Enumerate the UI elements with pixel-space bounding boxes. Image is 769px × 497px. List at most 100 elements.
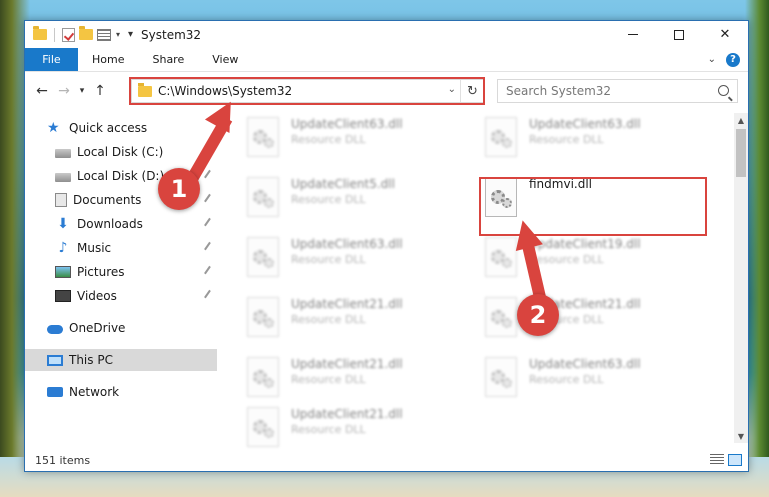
maximize-icon bbox=[674, 29, 684, 40]
nav-item-label: OneDrive bbox=[69, 321, 126, 335]
file-type: Resource DLL bbox=[291, 373, 366, 386]
file-name: UpdateClient63.dll bbox=[529, 117, 641, 131]
gear-icon bbox=[264, 428, 274, 438]
nav-item-label: Pictures bbox=[77, 265, 125, 279]
pin-icon[interactable] bbox=[204, 193, 215, 206]
nav-item-network[interactable]: Network bbox=[25, 381, 217, 403]
file-item[interactable]: UpdateClient63.dll Resource DLL bbox=[237, 233, 457, 287]
file-item[interactable]: UpdateClient19.dll Resource DLL bbox=[475, 233, 695, 287]
tab-view[interactable]: View bbox=[198, 48, 252, 71]
file-type: Resource DLL bbox=[291, 423, 366, 436]
scroll-down-arrow-icon[interactable]: ▼ bbox=[734, 429, 748, 443]
dll-file-icon bbox=[247, 407, 279, 447]
gear-icon bbox=[264, 138, 274, 148]
back-button[interactable]: ← bbox=[31, 79, 53, 103]
nav-item-videos[interactable]: Videos bbox=[25, 285, 217, 307]
vertical-scrollbar[interactable]: ▲ ▼ bbox=[734, 113, 748, 443]
expand-ribbon-icon[interactable]: ⌄ bbox=[708, 54, 716, 65]
pictures-icon bbox=[55, 266, 71, 278]
new-folder-icon[interactable] bbox=[79, 26, 93, 40]
nav-item-local-disk-c[interactable]: Local Disk (C:) bbox=[25, 141, 217, 163]
item-count: 151 items bbox=[35, 453, 91, 467]
window-title: System32 bbox=[141, 27, 202, 42]
close-icon: ✕ bbox=[719, 27, 731, 42]
pin-icon[interactable] bbox=[204, 217, 215, 230]
file-type: Resource DLL bbox=[291, 193, 366, 206]
dll-file-icon bbox=[247, 177, 279, 217]
pin-icon[interactable] bbox=[204, 169, 215, 182]
file-item[interactable]: UpdateClient5.dll Resource DLL bbox=[237, 173, 457, 227]
caret-down-icon[interactable]: ▾ bbox=[116, 30, 120, 39]
up-button[interactable]: ↑ bbox=[89, 79, 111, 103]
refresh-button[interactable]: ↻ bbox=[460, 80, 484, 102]
file-type: Resource DLL bbox=[529, 133, 604, 146]
search-input[interactable]: Search System32 bbox=[497, 79, 738, 103]
nav-item-quick-access[interactable]: ★ Quick access bbox=[25, 117, 217, 139]
file-explorer-window: ▾ ▾ System32 ✕ File Home Share View ⌄ ? … bbox=[24, 20, 749, 472]
nav-item-pictures[interactable]: Pictures bbox=[25, 261, 217, 283]
disk-icon bbox=[55, 173, 71, 182]
scroll-thumb[interactable] bbox=[736, 129, 746, 177]
file-item[interactable]: UpdateClient63.dll Resource DLL bbox=[237, 113, 457, 167]
dll-file-icon bbox=[485, 177, 517, 217]
gear-icon bbox=[264, 318, 274, 328]
nav-item-label: Network bbox=[69, 385, 120, 399]
search-icon[interactable] bbox=[718, 85, 729, 96]
file-item[interactable]: UpdateClient63.dll Resource DLL bbox=[475, 113, 695, 167]
nav-item-onedrive[interactable]: OneDrive bbox=[25, 317, 217, 339]
disk-icon bbox=[55, 149, 71, 158]
music-icon: ♪ bbox=[58, 240, 68, 256]
help-icon[interactable]: ? bbox=[726, 52, 740, 67]
customize-toolbar-icon[interactable]: ▾ bbox=[128, 29, 133, 40]
tab-home[interactable]: Home bbox=[78, 48, 138, 71]
dll-file-icon bbox=[247, 357, 279, 397]
gear-icon bbox=[502, 138, 512, 148]
properties-check-icon[interactable] bbox=[62, 27, 75, 42]
nav-item-music[interactable]: ♪ Music bbox=[25, 237, 217, 259]
search-placeholder: Search System32 bbox=[506, 84, 612, 98]
file-name: UpdateClient63.dll bbox=[291, 237, 403, 251]
nav-item-label: Downloads bbox=[77, 217, 143, 231]
gear-icon bbox=[264, 198, 274, 208]
file-grid: UpdateClient63.dll Resource DLL UpdateCli… bbox=[237, 113, 732, 447]
properties-icon[interactable] bbox=[97, 28, 111, 41]
star-icon: ★ bbox=[47, 120, 60, 136]
close-button[interactable]: ✕ bbox=[702, 21, 748, 48]
step-2-badge: 2 bbox=[517, 294, 559, 336]
scroll-up-arrow-icon[interactable]: ▲ bbox=[734, 113, 748, 127]
window-controls: ✕ bbox=[610, 21, 748, 48]
computer-icon bbox=[47, 354, 63, 366]
nav-item-downloads[interactable]: ⬇ Downloads bbox=[25, 213, 217, 235]
address-path[interactable]: C:\Windows\System32 bbox=[158, 84, 292, 98]
pin-icon[interactable] bbox=[204, 241, 215, 254]
dll-file-icon bbox=[485, 297, 517, 337]
file-item-findmvi[interactable]: findmvi.dll bbox=[475, 173, 695, 227]
address-bar[interactable]: C:\Windows\System32 ⌄ ↻ bbox=[131, 79, 485, 103]
network-icon bbox=[47, 387, 63, 397]
gear-icon bbox=[502, 318, 512, 328]
address-dropdown-icon[interactable]: ⌄ bbox=[448, 84, 456, 95]
forward-button[interactable]: → bbox=[53, 79, 75, 103]
recent-locations-button[interactable]: ▾ bbox=[75, 79, 89, 103]
file-item[interactable]: UpdateClient21.dll Resource DLL bbox=[475, 293, 695, 347]
nav-item-label: Local Disk (C:) bbox=[77, 145, 164, 159]
tab-share[interactable]: Share bbox=[138, 48, 198, 71]
pin-icon[interactable] bbox=[204, 289, 215, 302]
file-type: Resource DLL bbox=[291, 133, 366, 146]
ribbon-tabs: File Home Share View ⌄ ? bbox=[25, 48, 748, 72]
large-icons-view-icon[interactable] bbox=[728, 454, 742, 466]
file-item[interactable]: UpdateClient21.dll Resource DLL bbox=[237, 353, 457, 407]
navigation-pane: ★ Quick access Local Disk (C:) Local Dis… bbox=[25, 113, 217, 443]
minimize-icon bbox=[628, 34, 638, 35]
file-item[interactable]: UpdateClient63.dll Resource DLL bbox=[475, 353, 695, 407]
maximize-button[interactable] bbox=[656, 21, 702, 48]
pin-icon[interactable] bbox=[204, 265, 215, 278]
quick-access-toolbar: ▾ ▾ bbox=[25, 26, 133, 42]
status-bar: 151 items bbox=[25, 449, 748, 471]
file-item[interactable]: UpdateClient21.dll Resource DLL bbox=[237, 293, 457, 347]
details-view-icon[interactable] bbox=[710, 454, 724, 466]
tab-file[interactable]: File bbox=[25, 48, 78, 71]
file-type: Resource DLL bbox=[529, 253, 604, 266]
minimize-button[interactable] bbox=[610, 21, 656, 48]
nav-item-this-pc[interactable]: This PC bbox=[25, 349, 217, 371]
